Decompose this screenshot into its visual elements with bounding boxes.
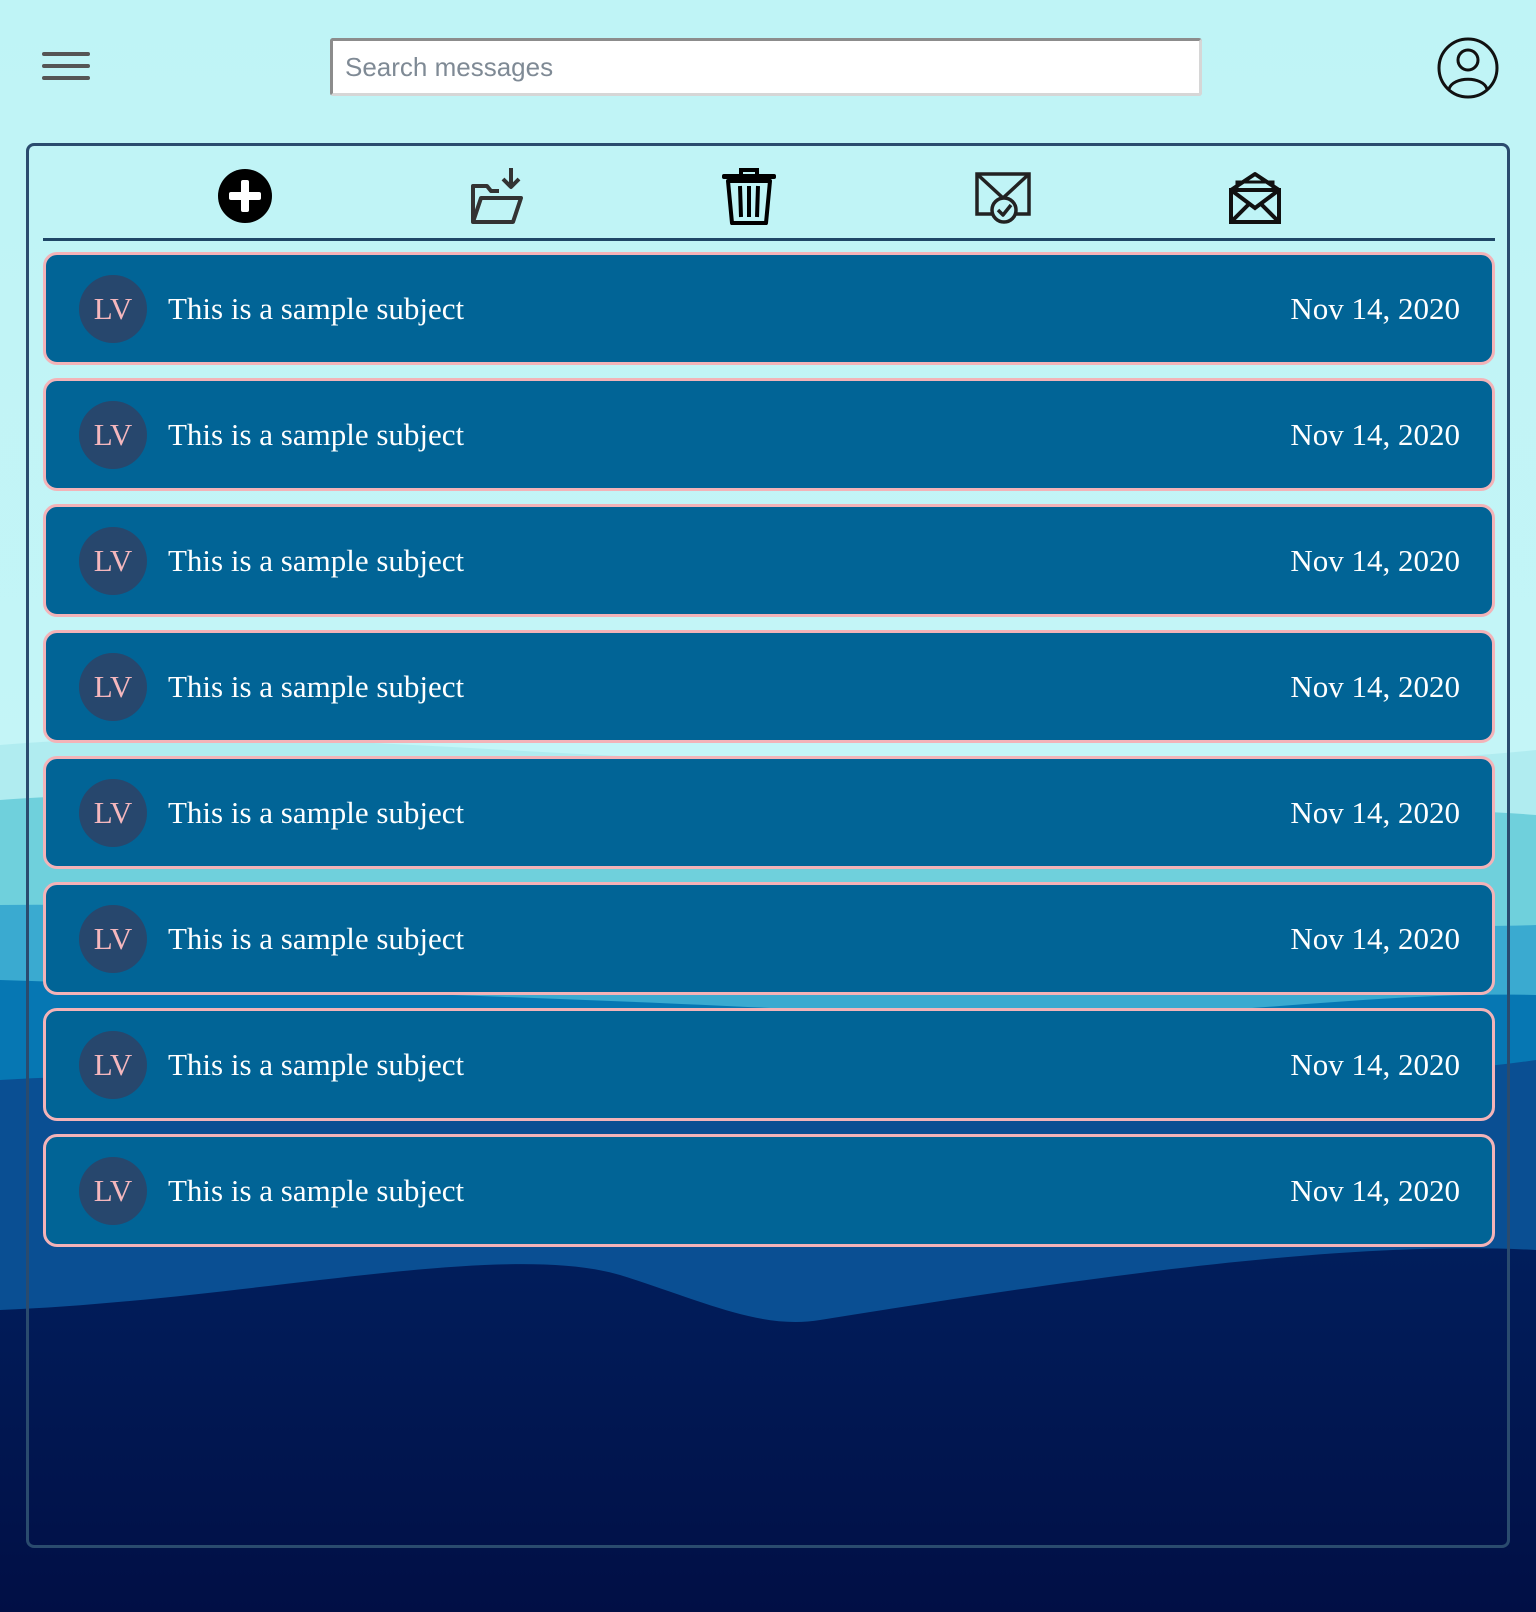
message-row[interactable]: LV This is a sample subject Nov 14, 2020 [43,504,1495,617]
message-date: Nov 14, 2020 [1290,417,1460,452]
envelope-check-icon[interactable] [973,166,1033,226]
avatar: LV [79,527,147,595]
trash-icon[interactable] [719,166,779,226]
user-profile-icon[interactable] [1436,36,1500,100]
message-row[interactable]: LV This is a sample subject Nov 14, 2020 [43,882,1495,995]
message-row[interactable]: LV This is a sample subject Nov 14, 2020 [43,378,1495,491]
hamburger-menu-icon[interactable] [40,46,92,86]
avatar: LV [79,905,147,973]
plus-circle-icon[interactable] [215,166,275,226]
message-date: Nov 14, 2020 [1290,1173,1460,1208]
message-date: Nov 14, 2020 [1290,291,1460,326]
message-subject: This is a sample subject [168,291,465,326]
avatar: LV [79,1031,147,1099]
message-subject: This is a sample subject [168,921,465,956]
message-date: Nov 14, 2020 [1290,1047,1460,1082]
message-toolbar [43,146,1495,241]
message-subject: This is a sample subject [168,669,465,704]
avatar: LV [79,401,147,469]
message-subject: This is a sample subject [168,1173,465,1208]
avatar: LV [79,275,147,343]
message-row[interactable]: LV This is a sample subject Nov 14, 2020 [43,1008,1495,1121]
avatar: LV [79,653,147,721]
message-date: Nov 14, 2020 [1290,669,1460,704]
message-panel: LV This is a sample subject Nov 14, 2020… [26,143,1510,1548]
message-date: Nov 14, 2020 [1290,921,1460,956]
message-row[interactable]: LV This is a sample subject Nov 14, 2020 [43,1134,1495,1247]
message-subject: This is a sample subject [168,543,465,578]
message-row[interactable]: LV This is a sample subject Nov 14, 2020 [43,756,1495,869]
search-input[interactable] [330,38,1202,96]
message-row[interactable]: LV This is a sample subject Nov 14, 2020 [43,252,1495,365]
message-subject: This is a sample subject [168,417,465,452]
message-date: Nov 14, 2020 [1290,795,1460,830]
message-subject: This is a sample subject [168,1047,465,1082]
message-subject: This is a sample subject [168,795,465,830]
envelope-open-icon[interactable] [1225,166,1285,226]
message-row[interactable]: LV This is a sample subject Nov 14, 2020 [43,630,1495,743]
message-date: Nov 14, 2020 [1290,543,1460,578]
avatar: LV [79,779,147,847]
top-bar [0,0,1536,130]
avatar: LV [79,1157,147,1225]
folder-download-icon[interactable] [467,166,527,226]
